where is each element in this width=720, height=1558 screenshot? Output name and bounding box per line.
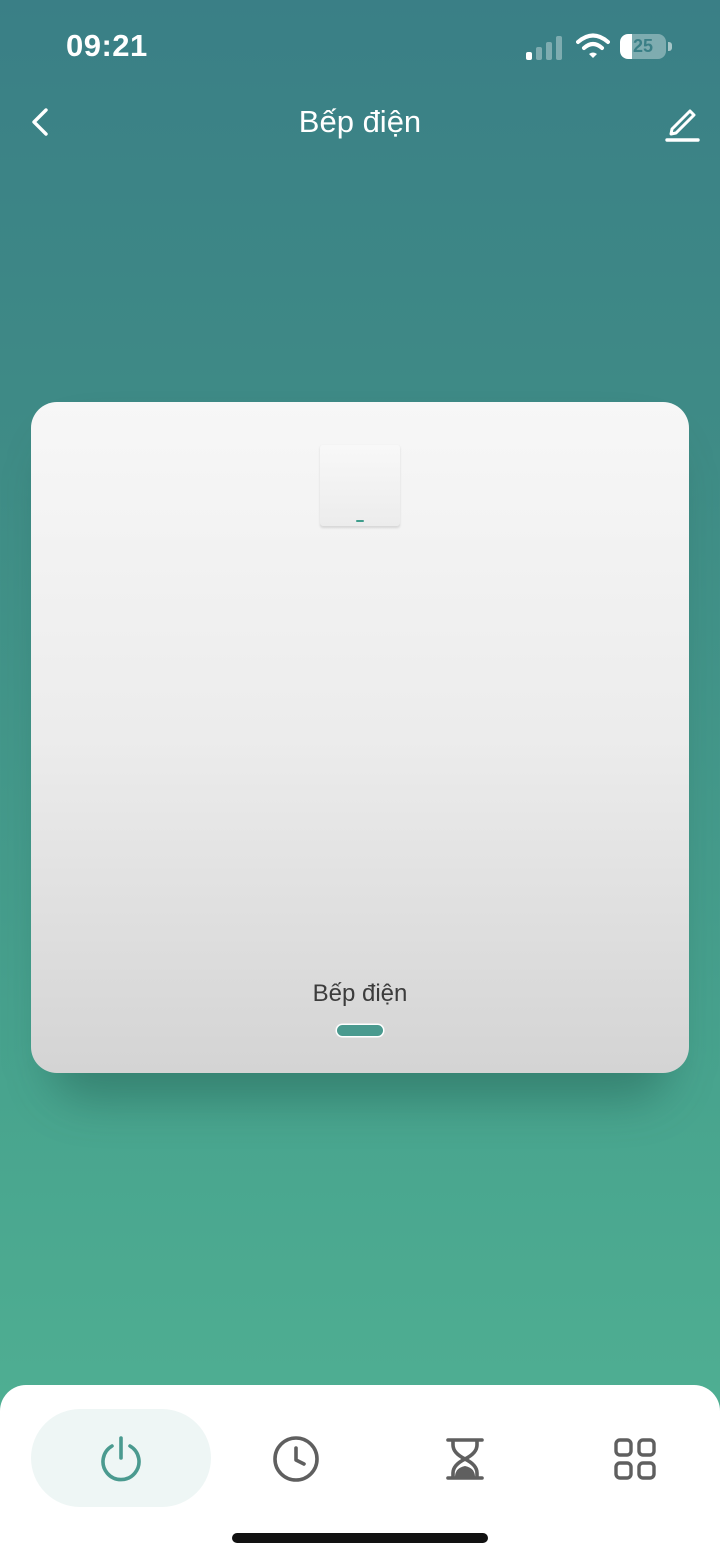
- power-icon: [101, 1436, 141, 1482]
- nav-bar: Bếp điện: [0, 96, 720, 150]
- wifi-icon: [576, 33, 610, 58]
- edit-button[interactable]: [660, 100, 704, 144]
- clock-icon: [273, 1436, 319, 1482]
- key-indicator: [356, 520, 364, 522]
- switch-panel: Bếp điện: [31, 402, 689, 1073]
- tab-more[interactable]: [585, 1409, 685, 1507]
- bottom-tab-bar: [0, 1385, 720, 1558]
- grid-icon: [614, 1438, 656, 1480]
- hourglass-icon: [446, 1438, 484, 1480]
- page-title: Bếp điện: [298, 104, 422, 139]
- tab-schedule[interactable]: [246, 1409, 346, 1507]
- battery-icon: 25: [620, 34, 672, 61]
- switch-key[interactable]: [320, 445, 400, 527]
- status-bar: 09:21 25: [0, 0, 720, 96]
- battery-level: 25: [632, 36, 654, 56]
- chevron-left-icon: [32, 108, 48, 136]
- signal-icon: [526, 36, 562, 60]
- status-time: 09:21: [66, 28, 148, 63]
- tab-power[interactable]: [31, 1409, 211, 1507]
- switch-label: Bếp điện: [312, 980, 408, 1007]
- pencil-icon: [665, 109, 700, 142]
- home-indicator: [232, 1533, 488, 1543]
- tab-timer[interactable]: [415, 1409, 515, 1507]
- switch-led-indicator: [337, 1025, 383, 1036]
- back-button[interactable]: [20, 102, 60, 142]
